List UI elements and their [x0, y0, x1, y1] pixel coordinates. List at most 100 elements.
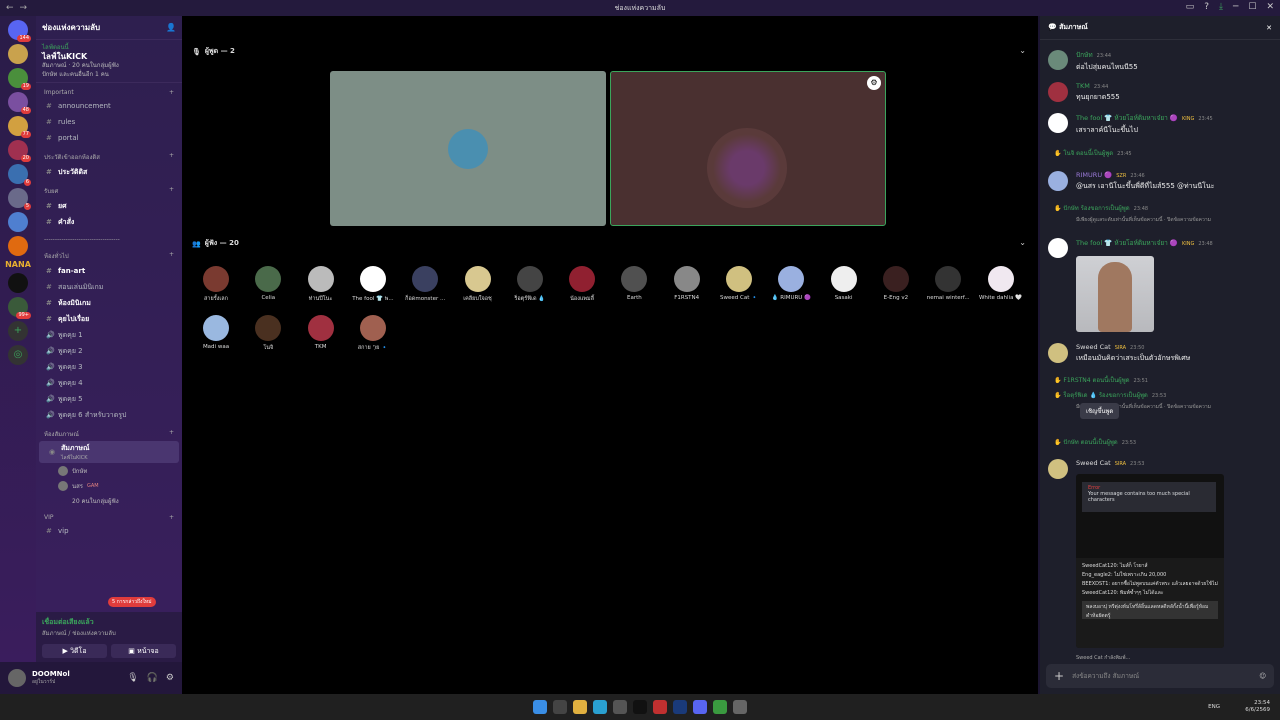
guild-header[interactable]: ช่องแห่งความลับ 👤	[36, 16, 182, 40]
avatar[interactable]	[1048, 113, 1068, 133]
plus-icon[interactable]: +	[169, 186, 174, 196]
user-avatar[interactable]	[8, 669, 26, 687]
author-name[interactable]: Sweed Cat	[1076, 343, 1111, 351]
edge-icon[interactable]	[593, 700, 607, 714]
audience-member[interactable]: TKM	[297, 315, 345, 350]
clock-time[interactable]: 23:54	[1245, 700, 1270, 707]
server-icon[interactable]: 5	[8, 188, 31, 210]
audience-member[interactable]: ก็อดmonster ...	[401, 266, 449, 303]
invite-speak-button[interactable]: เชิญขึ้นพูด	[1080, 403, 1120, 419]
channel-item[interactable]: # rules	[36, 114, 182, 130]
category-header[interactable]: Important +	[36, 83, 182, 98]
audience-member[interactable]: Sweed Cat 🔹	[715, 266, 763, 301]
live-event[interactable]: ไลฟ์ตอนนี้ ไลฟ์ในKICK สัมภาษณ์ · 20 คนใน…	[36, 40, 182, 83]
download-icon[interactable]: ⤓	[1219, 2, 1223, 12]
folder-icon[interactable]	[573, 700, 587, 714]
photoshop-icon[interactable]	[673, 700, 687, 714]
avatar[interactable]	[1048, 82, 1068, 102]
channel-item[interactable]: # ห้องมินิเกม	[36, 295, 182, 311]
video-button[interactable]: ▶ วิดีโอ	[42, 644, 107, 658]
audience-member[interactable]: ร็อตุร์ฟิเด 💧	[506, 266, 554, 303]
category-header[interactable]: ห้องทั่วไป +	[36, 245, 182, 263]
avatar[interactable]	[1048, 238, 1068, 258]
close-button[interactable]: ✕	[1266, 2, 1274, 12]
channel-item[interactable]: # vip	[36, 523, 182, 539]
add-server-icon[interactable]: +	[8, 321, 28, 341]
server-icon[interactable]: 48	[8, 92, 31, 114]
discover-icon[interactable]: ◎	[8, 345, 28, 365]
avatar[interactable]	[1048, 50, 1068, 70]
category-header[interactable]: ประวัติเข้าออกห้องดิส +	[36, 146, 182, 164]
audience-member[interactable]: โนจิ	[244, 315, 292, 352]
language-indicator[interactable]: ENG	[1208, 704, 1220, 711]
close-icon[interactable]: ✕	[1266, 24, 1272, 32]
speaker-tile[interactable]	[330, 71, 606, 226]
server-icon[interactable]	[8, 44, 28, 64]
mic-icon[interactable]: 🎙	[127, 673, 138, 683]
channel-item[interactable]: 🔊 พูดคุย 1	[36, 327, 182, 343]
channel-item[interactable]: # สอนเล่นมินิเกม	[36, 279, 182, 295]
server-icon[interactable]	[8, 212, 28, 232]
maximize-button[interactable]: ☐	[1248, 2, 1256, 12]
server-icon[interactable]	[8, 236, 28, 256]
meme-image[interactable]	[1076, 256, 1154, 332]
stage-channel[interactable]: ◉ สัมภาษณ์ ไลฟ์ในKICK	[39, 441, 179, 463]
channel-item[interactable]: 🔊 พูดคุย 5	[36, 391, 182, 407]
audience-member[interactable]: 💧 RIMURU 🟣	[767, 266, 815, 301]
server-icon[interactable]: 77	[8, 116, 31, 138]
plus-icon[interactable]: +	[169, 514, 174, 521]
author-name[interactable]: RIMURU 🟣	[1076, 171, 1112, 179]
server-icon[interactable]: 99+	[8, 297, 31, 319]
clock-date[interactable]: 6/6/2569	[1245, 707, 1270, 714]
channel-item[interactable]: 🔊 พูดคุย 6 สำหรับวาดรูป	[36, 407, 182, 423]
app-icon[interactable]	[653, 700, 667, 714]
channel-item[interactable]: # คำสั่ง	[36, 214, 182, 230]
audience-member[interactable]: The fool 👕 พ...	[349, 266, 397, 303]
channel-item[interactable]: 🔊 พูดคุย 2	[36, 343, 182, 359]
channel-item[interactable]: # announcement	[36, 98, 182, 114]
audience-member[interactable]: ท่านปีโนะ	[297, 266, 345, 303]
channel-item[interactable]: 🔊 พูดคุย 3	[36, 359, 182, 375]
app-icon[interactable]	[733, 700, 747, 714]
avatar[interactable]	[1048, 171, 1068, 191]
attachment-screenshot[interactable]: Error Your message contains too much spec…	[1076, 474, 1224, 648]
store-icon[interactable]	[613, 700, 627, 714]
emoji-icon[interactable]: ☺	[1259, 672, 1266, 680]
author-name[interactable]: The fool 👕 ห้วยโอห์ดิมหาเจ๋ยา 🟣	[1076, 239, 1178, 247]
speaker-tile[interactable]: ⚙	[610, 71, 886, 226]
author-name[interactable]: The fool 👕 ห้วยโอห์ดิมหาเจ๋ยา 🟣	[1076, 114, 1178, 122]
audience-member[interactable]: White dahlia 🤍	[977, 266, 1025, 301]
plus-icon[interactable]: +	[169, 429, 174, 439]
audience-member[interactable]: สกาย ')ย 🔹	[349, 315, 397, 352]
audience-member[interactable]: เคลียบใจอชุ	[454, 266, 502, 303]
author-name[interactable]: ปักษัท	[1076, 51, 1093, 59]
audience-member[interactable]: Celia	[244, 266, 292, 301]
server-icon[interactable]: 19	[8, 68, 31, 90]
headphone-icon[interactable]: 🎧	[147, 673, 158, 683]
chevron-down-icon[interactable]: ⌄	[1019, 238, 1026, 247]
stage-member[interactable]: ปักษัท	[36, 463, 182, 478]
gear-icon[interactable]: ⚙	[867, 76, 881, 90]
server-nana-label[interactable]: NANA	[5, 260, 31, 269]
author-name[interactable]: Sweed Cat	[1076, 459, 1111, 467]
audience-member[interactable]: F1RSTN4	[663, 266, 711, 301]
server-icon[interactable]: 20	[8, 140, 31, 162]
discord-icon[interactable]	[693, 700, 707, 714]
server-icon[interactable]: 6	[8, 164, 31, 186]
help-icon[interactable]: ?	[1204, 2, 1209, 12]
mention-badge[interactable]: 5 การกล่าวถึงใหม่	[108, 597, 156, 607]
channel-item[interactable]: # ยศ	[36, 198, 182, 214]
audience-member[interactable]: Madi waa	[192, 315, 240, 350]
minimize-button[interactable]: ─	[1233, 2, 1238, 12]
channel-item[interactable]: # คุยไปเรื่อย	[36, 311, 182, 327]
audience-member[interactable]: E-Eng v2	[872, 266, 920, 301]
server-icon[interactable]: 144	[8, 20, 31, 42]
channel-item[interactable]: # fan-art	[36, 263, 182, 279]
settings-icon[interactable]: ⚙	[166, 673, 174, 683]
channel-item[interactable]: 🔊 พูดคุย 4	[36, 375, 182, 391]
stage-member[interactable]: 20 คนในกลุ่มผู้ฟัง	[36, 493, 182, 508]
inbox-icon[interactable]: ▭	[1186, 2, 1195, 12]
avatar[interactable]	[1048, 459, 1068, 479]
avatar[interactable]	[1048, 343, 1068, 363]
chevron-down-icon[interactable]: ⌄	[1019, 46, 1026, 55]
